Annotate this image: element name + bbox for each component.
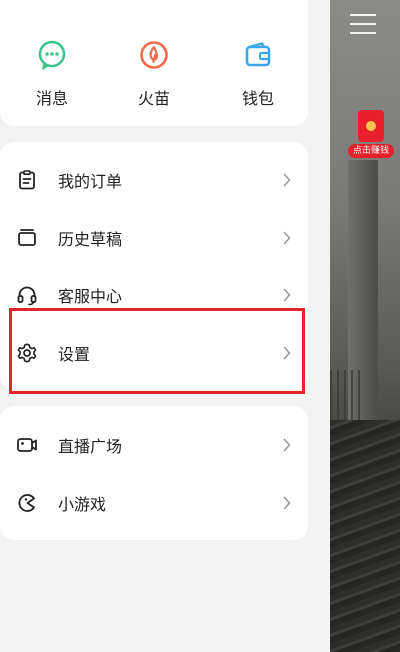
red-envelope-icon [358,110,384,142]
hamburger-menu-icon[interactable] [350,14,376,36]
menu-item-live-square[interactable]: 直播广场 [0,417,308,473]
chevron-right-icon [283,173,291,187]
chevron-right-icon [283,288,291,302]
menu-item-label: 客服中心 [58,287,123,306]
menu-item-settings[interactable]: 设置 [0,325,308,381]
red-packet-label: 点击赚钱 [348,144,394,158]
menu-item-label: 直播广场 [58,437,123,456]
quick-action-wallet[interactable]: 钱包 [208,38,308,109]
quick-action-message[interactable]: 消息 [2,38,102,109]
menu-item-label: 小游戏 [58,495,107,514]
game-pacman-icon [18,494,35,512]
quick-action-label: 消息 [35,89,68,108]
headset-icon [17,286,37,306]
background-video-preview [330,0,400,652]
background-water [330,420,400,652]
quick-action-label: 钱包 [241,89,274,108]
menu-item-drafts[interactable]: 历史草稿 [0,210,308,266]
quick-action-label: 火苗 [137,89,170,108]
live-camera-icon [17,438,37,452]
wallet-icon [245,42,271,67]
gear-icon [17,343,37,363]
order-clipboard-icon [19,170,35,190]
menu-item-my-orders[interactable]: 我的订单 [0,152,308,208]
side-drawer: 消息 火苗 钱包 我的订单 历史草稿 客服中心 设置 直播广场 小游戏 [0,0,330,652]
menu-item-label: 设置 [58,345,91,364]
message-icon [38,40,66,70]
flame-icon [140,41,168,69]
menu-item-label: 历史草稿 [58,230,123,249]
draft-box-icon [18,229,36,246]
chevron-right-icon [283,346,291,360]
menu-item-mini-games[interactable]: 小游戏 [0,475,308,531]
quick-action-flame[interactable]: 火苗 [104,38,204,109]
chevron-right-icon [283,231,291,245]
red-packet-reward-button[interactable]: 点击赚钱 [348,110,394,160]
chevron-right-icon [283,438,291,452]
menu-item-customer-service[interactable]: 客服中心 [0,267,308,323]
quick-actions-card: 消息 火苗 钱包 [0,0,308,126]
menu-item-label: 我的订单 [58,172,123,191]
chevron-right-icon [283,496,291,510]
